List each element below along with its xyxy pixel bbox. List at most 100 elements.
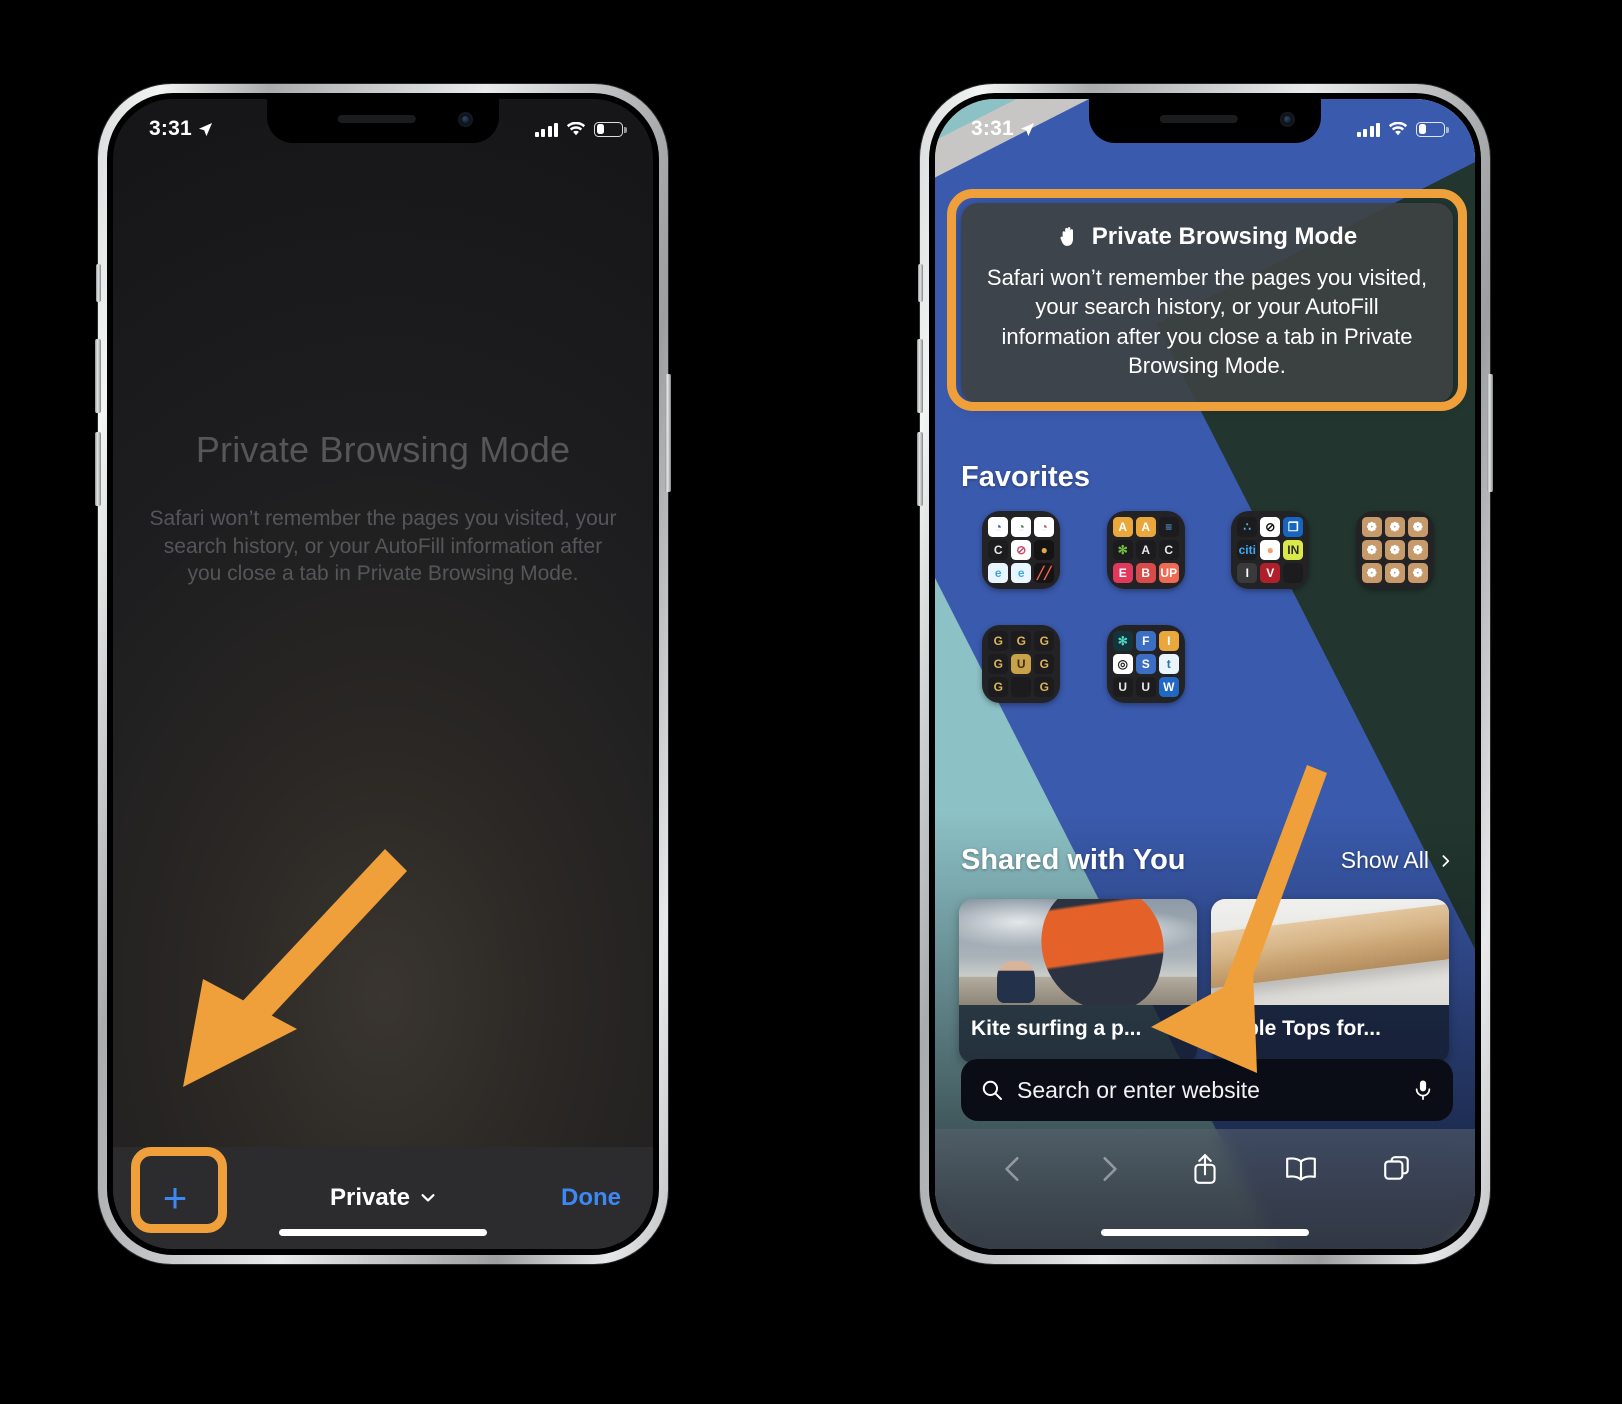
- chevron-right-icon: [1439, 854, 1453, 868]
- wifi-icon: [1388, 121, 1408, 137]
- battery-low-icon: [594, 121, 627, 137]
- folder-tile-icon: ❁: [1384, 563, 1405, 583]
- chevron-left-icon: [998, 1154, 1028, 1184]
- favorites-folder-1[interactable]: ◔ ◔ ◔ C ⊘ ● e e ╱╱: [982, 511, 1061, 589]
- annotation-arrow-left: [183, 849, 407, 1087]
- folder-tile-icon: e: [988, 563, 1009, 583]
- folder-tile-icon: ∴: [1237, 517, 1258, 537]
- folder-tile-icon: A: [1112, 517, 1133, 537]
- show-all-button[interactable]: Show All: [1341, 847, 1453, 874]
- iphone-left: 3:31 Private Browsing Mode Safari won’t …: [95, 84, 671, 1264]
- folder-tile-icon: ❁: [1384, 517, 1405, 537]
- volume-up-button[interactable]: [917, 339, 923, 413]
- folder-tile-icon: C: [1158, 540, 1179, 560]
- power-button[interactable]: [1487, 374, 1493, 492]
- status-bar-right: 3:31: [935, 99, 1475, 149]
- folder-tile-icon: ❁: [1407, 517, 1428, 537]
- home-indicator[interactable]: [1101, 1229, 1309, 1236]
- folder-tile-icon: ❁: [1361, 540, 1382, 560]
- volume-up-button[interactable]: [95, 339, 101, 413]
- location-arrow-icon: [1020, 122, 1035, 137]
- favorites-folder-5[interactable]: GGGGUGGG: [982, 625, 1061, 703]
- back-button: [991, 1147, 1035, 1191]
- folder-tile-icon: ❁: [1361, 517, 1382, 537]
- folder-tile-icon: S: [1135, 654, 1156, 674]
- folder-tile-icon: ●: [1260, 540, 1281, 560]
- mute-switch[interactable]: [96, 264, 101, 302]
- folder-tile-icon: ❁: [1407, 540, 1428, 560]
- search-icon: [981, 1079, 1003, 1101]
- favorites-folder-2[interactable]: A A ≡ ✻ A C E B UP: [1106, 511, 1185, 589]
- folder-tile-icon: U: [1011, 654, 1032, 674]
- folder-tile-icon: ❁: [1384, 540, 1405, 560]
- chevron-down-icon: [420, 1190, 436, 1206]
- raised-hand-icon: [1057, 225, 1081, 249]
- bookmarks-button[interactable]: [1279, 1147, 1323, 1191]
- private-mode-description: Safari won’t remember the pages you visi…: [149, 507, 617, 586]
- volume-down-button[interactable]: [95, 432, 101, 506]
- safari-start-page: Private Browsing Mode Safari won’t remem…: [935, 99, 1475, 1249]
- folder-tile-icon: I: [1158, 631, 1179, 651]
- share-button[interactable]: [1183, 1147, 1227, 1191]
- favorites-heading: Favorites: [961, 461, 1090, 493]
- folder-tile-icon: [1011, 677, 1032, 697]
- new-tab-plus-button[interactable]: +: [145, 1168, 205, 1228]
- done-button[interactable]: Done: [561, 1184, 621, 1212]
- wifi-icon: [566, 121, 586, 137]
- private-browsing-banner: Private Browsing Mode Safari won’t remem…: [961, 203, 1453, 403]
- power-button[interactable]: [665, 374, 671, 492]
- folder-tile-icon: e: [1011, 563, 1032, 583]
- forward-button: [1087, 1147, 1131, 1191]
- folder-tile-icon: ❐: [1283, 517, 1304, 537]
- tabs-button[interactable]: [1375, 1147, 1419, 1191]
- folder-tile-icon: ⊘: [1260, 517, 1281, 537]
- folder-tile-icon: G: [1034, 631, 1055, 651]
- favorites-header: Favorites: [961, 461, 1090, 494]
- folder-tile-icon: ╱╱: [1034, 563, 1055, 583]
- favorites-item[interactable]: ∴ ⊘ ❐ citi ● IN I V: [1208, 511, 1333, 589]
- favorites-folder-4[interactable]: ❁ ❁ ❁ ❁ ❁ ❁ ❁ ❁ ❁: [1355, 511, 1434, 589]
- favorites-grid: ◔ ◔ ◔ C ⊘ ● e e ╱╱ A A ≡ ✻ A C E B UP ∴ ⊘ ❐ citi ● IN I V ❁ ❁ ❁ ❁ ❁ ❁ ❁ ❁…: [959, 511, 1457, 703]
- tab-group-selector[interactable]: Private: [205, 1184, 561, 1212]
- banner-description: Safari won’t remember the pages you visi…: [986, 265, 1428, 379]
- phone-bezel: 3:31 Private Browsing Mode Safari won’t …: [107, 93, 659, 1255]
- favorites-folder-6[interactable]: ✻ F I ◎ St U U W: [1106, 625, 1185, 703]
- favorites-folder-3[interactable]: ∴ ⊘ ❐ citi ● IN I V: [1231, 511, 1310, 589]
- folder-tile-icon: G: [988, 677, 1009, 697]
- folder-tile-icon: UP: [1158, 563, 1179, 583]
- volume-down-button[interactable]: [917, 432, 923, 506]
- status-right-group: [1356, 121, 1449, 137]
- phone-bezel: Private Browsing Mode Safari won’t remem…: [929, 93, 1481, 1255]
- folder-tile-icon: U: [1112, 677, 1133, 697]
- folder-tile-icon: G: [1034, 654, 1055, 674]
- folder-tile-icon: A: [1135, 540, 1156, 560]
- favorites-item[interactable]: ❁ ❁ ❁ ❁ ❁ ❁ ❁ ❁ ❁: [1333, 511, 1458, 589]
- favorites-item[interactable]: A A ≡ ✻ A C E B UP: [1084, 511, 1209, 589]
- clock-time: 3:31: [971, 117, 1014, 140]
- folder-tile-icon: G: [988, 631, 1009, 651]
- banner-title: Private Browsing Mode: [1091, 223, 1358, 250]
- folder-tile-icon: ✻: [1112, 631, 1133, 651]
- folder-tile-icon: ◔: [1011, 517, 1032, 537]
- folder-tile-icon: V: [1260, 563, 1281, 583]
- folder-tile-icon: E: [1112, 563, 1133, 583]
- mute-switch[interactable]: [918, 264, 923, 302]
- microphone-icon[interactable]: [1413, 1079, 1433, 1101]
- folder-tile-icon: citi: [1237, 540, 1258, 560]
- folder-tile-icon: F: [1135, 631, 1156, 651]
- folder-tile-icon: [1283, 563, 1304, 583]
- status-left-group: 3:31: [149, 117, 213, 141]
- favorites-item[interactable]: ✻ F I ◎ St U U W: [1084, 625, 1209, 703]
- left-screen: 3:31 Private Browsing Mode Safari won’t …: [113, 99, 653, 1249]
- favorites-item[interactable]: GGGGUGGG: [959, 625, 1084, 703]
- battery-low-icon: [1416, 121, 1449, 137]
- folder-tile-icon: t: [1158, 654, 1179, 674]
- status-left-group: 3:31: [971, 117, 1035, 141]
- folder-tile-icon: G: [1034, 677, 1055, 697]
- folder-tile-icon: ❁: [1361, 563, 1382, 583]
- annotation-arrow-right: [1151, 765, 1327, 1073]
- favorites-item[interactable]: ◔ ◔ ◔ C ⊘ ● e e ╱╱: [959, 511, 1084, 589]
- folder-tile-icon: ❁: [1407, 563, 1428, 583]
- iphone-right: Private Browsing Mode Safari won’t remem…: [917, 84, 1493, 1264]
- home-indicator[interactable]: [279, 1229, 487, 1236]
